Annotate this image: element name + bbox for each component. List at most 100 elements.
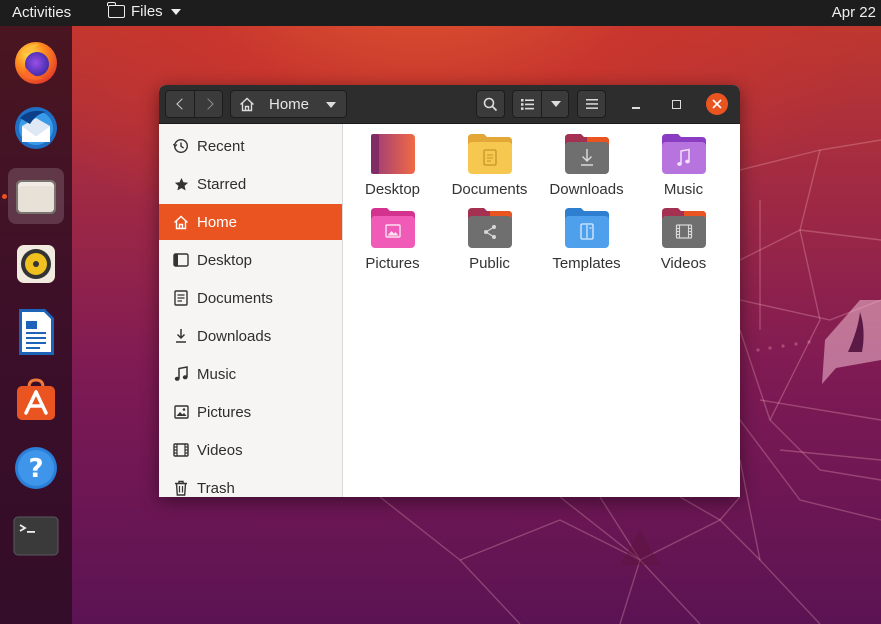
file-item-pictures[interactable]: Pictures bbox=[344, 206, 441, 278]
sidebar-item-trash[interactable]: Trash bbox=[159, 470, 342, 497]
list-view-button[interactable] bbox=[513, 91, 541, 117]
files-window: Home Recent Starred Home Desktop Documen… bbox=[159, 85, 740, 497]
dock-item-firefox[interactable] bbox=[8, 34, 64, 90]
hamburger-icon bbox=[585, 99, 598, 109]
dock-item-terminal[interactable] bbox=[8, 508, 64, 564]
home-icon bbox=[174, 215, 188, 229]
sidebar-item-label: Videos bbox=[197, 441, 243, 459]
chevron-down-icon bbox=[170, 8, 181, 15]
path-bar-button[interactable]: Home bbox=[230, 90, 347, 118]
dock-item-rhythmbox[interactable] bbox=[8, 236, 64, 292]
sidebar-item-label: Documents bbox=[197, 289, 273, 307]
pictures-folder-icon bbox=[370, 208, 415, 248]
desktop-folder-icon bbox=[370, 134, 415, 174]
header-bar: Home bbox=[159, 85, 740, 124]
minimize-icon bbox=[632, 107, 640, 109]
dock-item-help[interactable]: ? bbox=[8, 440, 64, 496]
file-item-downloads[interactable]: Downloads bbox=[538, 132, 635, 204]
file-item-label: Music bbox=[663, 181, 704, 198]
firefox-icon bbox=[15, 42, 57, 84]
chevron-down-icon bbox=[550, 101, 561, 107]
path-label: Home bbox=[269, 95, 310, 113]
view-buttons bbox=[512, 90, 569, 118]
file-item-label: Downloads bbox=[549, 181, 624, 198]
file-item-label: Documents bbox=[451, 181, 528, 198]
writer-icon bbox=[19, 309, 54, 355]
star-icon bbox=[174, 177, 188, 190]
app-menu-label: Files bbox=[131, 3, 163, 20]
file-item-documents[interactable]: Documents bbox=[441, 132, 538, 204]
svg-text:?: ? bbox=[28, 454, 43, 484]
file-item-videos[interactable]: Videos bbox=[635, 206, 732, 278]
dock-item-writer[interactable] bbox=[8, 304, 64, 360]
terminal-icon bbox=[13, 516, 59, 556]
menu-button[interactable] bbox=[577, 90, 606, 118]
sidebar-item-label: Recent bbox=[197, 137, 245, 155]
sidebar-item-label: Pictures bbox=[197, 403, 252, 421]
maximize-icon bbox=[671, 99, 681, 109]
file-item-label: Templates bbox=[552, 255, 621, 272]
dock-item-files[interactable] bbox=[8, 168, 64, 224]
sidebar-item-pictures[interactable]: Pictures bbox=[159, 394, 342, 430]
file-item-templates[interactable]: Templates bbox=[538, 206, 635, 278]
software-icon bbox=[17, 378, 55, 420]
sidebar-item-music[interactable]: Music bbox=[159, 356, 342, 392]
close-icon bbox=[712, 99, 722, 109]
minimize-button[interactable] bbox=[626, 94, 646, 114]
dock-item-thunderbird[interactable] bbox=[8, 100, 64, 156]
sidebar-item-recent[interactable]: Recent bbox=[159, 128, 342, 164]
download-icon bbox=[176, 329, 186, 343]
picture-icon bbox=[173, 405, 189, 419]
file-item-public[interactable]: Public bbox=[441, 206, 538, 278]
activities-button[interactable]: Activities bbox=[12, 4, 71, 21]
view-options-button[interactable] bbox=[542, 91, 569, 117]
search-icon bbox=[483, 97, 498, 111]
chevron-down-icon bbox=[326, 102, 336, 108]
folder-icon bbox=[107, 2, 125, 18]
maximize-button[interactable] bbox=[666, 94, 686, 114]
forward-button[interactable] bbox=[195, 91, 223, 117]
sidebar-item-starred[interactable]: Starred bbox=[159, 166, 342, 202]
sidebar-item-documents[interactable]: Documents bbox=[159, 280, 342, 316]
top-bar: Activities Files Apr 22 bbox=[0, 0, 881, 26]
home-icon bbox=[240, 97, 254, 111]
sidebar-item-label: Downloads bbox=[197, 327, 272, 345]
thunderbird-icon bbox=[15, 107, 57, 149]
sidebar-item-label: Music bbox=[197, 365, 237, 383]
help-icon: ? bbox=[15, 447, 57, 489]
templates-folder-icon bbox=[564, 208, 609, 248]
back-button[interactable] bbox=[166, 91, 194, 117]
sidebar-item-label: Home bbox=[197, 213, 238, 231]
places-sidebar: Recent Starred Home Desktop Documents Do… bbox=[159, 124, 343, 497]
file-item-label: Videos bbox=[660, 255, 707, 272]
chevron-left-icon bbox=[175, 98, 188, 110]
clock-icon bbox=[173, 138, 189, 154]
app-menu-button[interactable]: Files bbox=[107, 2, 181, 20]
document-icon bbox=[174, 290, 188, 306]
sidebar-item-label: Trash bbox=[197, 479, 235, 497]
file-item-music[interactable]: Music bbox=[635, 132, 732, 204]
sidebar-item-label: Desktop bbox=[197, 251, 253, 269]
file-item-label: Desktop bbox=[364, 181, 421, 198]
dock-item-software[interactable] bbox=[8, 372, 64, 428]
downloads-folder-icon bbox=[564, 134, 609, 174]
sidebar-item-desktop[interactable]: Desktop bbox=[159, 242, 342, 278]
clock[interactable]: Apr 22 bbox=[832, 4, 876, 21]
sidebar-item-downloads[interactable]: Downloads bbox=[159, 318, 342, 354]
file-item-label: Pictures bbox=[365, 255, 420, 272]
documents-folder-icon bbox=[467, 134, 512, 174]
video-icon bbox=[173, 443, 189, 457]
chevron-right-icon bbox=[201, 98, 214, 110]
music-folder-icon bbox=[661, 134, 706, 174]
running-indicator bbox=[2, 194, 7, 199]
sidebar-item-videos[interactable]: Videos bbox=[159, 432, 342, 468]
rhythmbox-icon bbox=[17, 245, 55, 283]
close-button[interactable] bbox=[706, 93, 728, 115]
file-item-desktop[interactable]: Desktop bbox=[344, 132, 441, 204]
trash-icon bbox=[175, 480, 187, 496]
files-icon bbox=[16, 180, 56, 214]
dock: ? bbox=[0, 26, 72, 624]
search-button[interactable] bbox=[476, 90, 505, 118]
file-view: Desktop Documents Downloads Music Pictur… bbox=[344, 124, 740, 497]
sidebar-item-home[interactable]: Home bbox=[159, 204, 342, 240]
